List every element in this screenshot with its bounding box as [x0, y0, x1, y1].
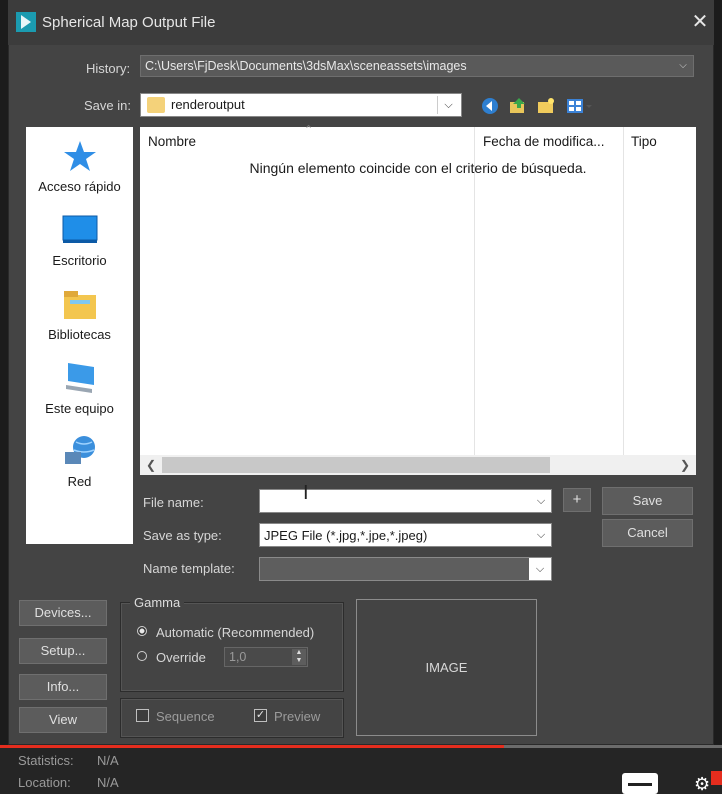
- place-label: Acceso rápido: [38, 179, 121, 194]
- column-divider[interactable]: [474, 127, 475, 455]
- place-label: Red: [67, 474, 92, 489]
- location-label: Location:: [18, 775, 71, 790]
- preview-checkbox[interactable]: ✓: [254, 709, 267, 722]
- folder-icon: [147, 97, 165, 113]
- column-header-date[interactable]: Fecha de modifica...: [483, 134, 605, 149]
- libraries-icon: [63, 291, 96, 319]
- devices-button[interactable]: Devices...: [19, 600, 107, 626]
- save-in-label: Save in:: [84, 98, 131, 113]
- history-value: C:\Users\FjDesk\Documents\3dsMax\sceneas…: [145, 59, 467, 73]
- name-template-select[interactable]: ⌵: [259, 557, 552, 581]
- chevron-down-icon[interactable]: ⌵: [529, 558, 551, 580]
- view-button[interactable]: View: [19, 707, 107, 733]
- add-button[interactable]: +: [563, 488, 591, 512]
- place-label: Este equipo: [45, 401, 114, 416]
- file-name-input[interactable]: I ⌵: [259, 482, 552, 513]
- up-folder-icon[interactable]: [508, 96, 528, 116]
- override-spinner[interactable]: 1,0 ▲ ▼: [224, 647, 308, 667]
- place-libraries[interactable]: Bibliotecas: [26, 287, 133, 342]
- network-icon: [64, 436, 95, 464]
- text-cursor-icon: I: [303, 482, 309, 504]
- horizontal-scrollbar[interactable]: ❮ ❯: [140, 455, 696, 475]
- column-header-type[interactable]: Tipo: [631, 134, 657, 149]
- override-value: 1,0: [229, 650, 247, 664]
- statistics-value: N/A: [97, 753, 119, 768]
- settings-gear-icon[interactable]: ⚙: [694, 774, 710, 794]
- place-this-pc[interactable]: Este equipo: [26, 361, 133, 416]
- save-as-type-label: Save as type:: [143, 528, 222, 543]
- subtitles-icon[interactable]: [622, 773, 658, 794]
- save-in-value: renderoutput: [171, 97, 245, 112]
- chevron-down-icon[interactable]: ⌵: [532, 492, 550, 510]
- column-divider[interactable]: [623, 127, 624, 455]
- window-title: Spherical Map Output File: [42, 14, 216, 31]
- computer-icon: [65, 363, 94, 393]
- spinner-arrows-icon[interactable]: ▲ ▼: [292, 649, 306, 665]
- history-combo[interactable]: C:\Users\FjDesk\Documents\3dsMax\sceneas…: [140, 55, 694, 77]
- automatic-label: Automatic (Recommended): [156, 625, 315, 640]
- info-button[interactable]: Info...: [19, 674, 107, 700]
- desktop-icon: [62, 215, 97, 243]
- star-icon: [63, 141, 96, 171]
- override-label: Override: [156, 650, 206, 665]
- save-in-combo[interactable]: renderoutput ⌵: [140, 93, 462, 117]
- file-name-label: File name:: [143, 495, 204, 510]
- file-list[interactable]: Nombre ⌃ Fecha de modifica... Tipo Ningú…: [140, 124, 696, 475]
- place-label: Escritorio: [52, 253, 107, 268]
- chevron-down-icon[interactable]: ⌵: [532, 526, 550, 544]
- sequence-label: Sequence: [156, 709, 215, 724]
- place-network[interactable]: Red: [26, 434, 133, 489]
- places-bar: Acceso rápido Escritorio Bibliotecas Est…: [26, 127, 133, 544]
- view-menu-icon[interactable]: [566, 96, 594, 116]
- place-label: Bibliotecas: [48, 327, 111, 342]
- close-icon[interactable]: ✕: [690, 12, 710, 32]
- location-value: N/A: [97, 775, 119, 790]
- back-icon[interactable]: [480, 96, 500, 116]
- app-icon: [16, 12, 36, 32]
- column-header-name[interactable]: Nombre: [148, 134, 196, 149]
- sort-ascending-icon: ⌃: [304, 124, 314, 136]
- image-preview-box: IMAGE: [356, 599, 537, 736]
- name-template-label: Name template:: [143, 561, 235, 576]
- empty-message: Ningún elemento coincide con el criterio…: [249, 160, 587, 176]
- statistics-label: Statistics:: [18, 753, 74, 768]
- preview-label: Preview: [274, 709, 321, 724]
- place-desktop[interactable]: Escritorio: [26, 213, 133, 268]
- setup-button[interactable]: Setup...: [19, 638, 107, 664]
- save-as-type-select[interactable]: JPEG File (*.jpg,*.jpe,*.jpeg) ⌵: [259, 523, 552, 547]
- gamma-title: Gamma: [130, 595, 185, 610]
- place-quick-access[interactable]: Acceso rápido: [26, 139, 133, 194]
- save-as-type-value: JPEG File (*.jpg,*.jpe,*.jpeg): [264, 528, 428, 543]
- chevron-down-icon[interactable]: ⌵: [437, 96, 459, 114]
- scrollbar-thumb[interactable]: [162, 457, 550, 473]
- save-button[interactable]: Save: [602, 487, 693, 515]
- chevron-down-icon[interactable]: ⌵: [673, 56, 693, 76]
- scroll-left-icon[interactable]: ❮: [142, 456, 160, 474]
- cancel-button[interactable]: Cancel: [602, 519, 693, 547]
- sequence-checkbox[interactable]: [136, 709, 149, 722]
- new-folder-icon[interactable]: [536, 96, 556, 116]
- image-placeholder-label: IMAGE: [425, 660, 468, 675]
- history-label: History:: [86, 61, 131, 76]
- scroll-right-icon[interactable]: ❯: [676, 456, 694, 474]
- hd-badge-icon: [711, 771, 722, 785]
- automatic-radio[interactable]: [137, 626, 147, 636]
- override-radio[interactable]: [137, 651, 147, 661]
